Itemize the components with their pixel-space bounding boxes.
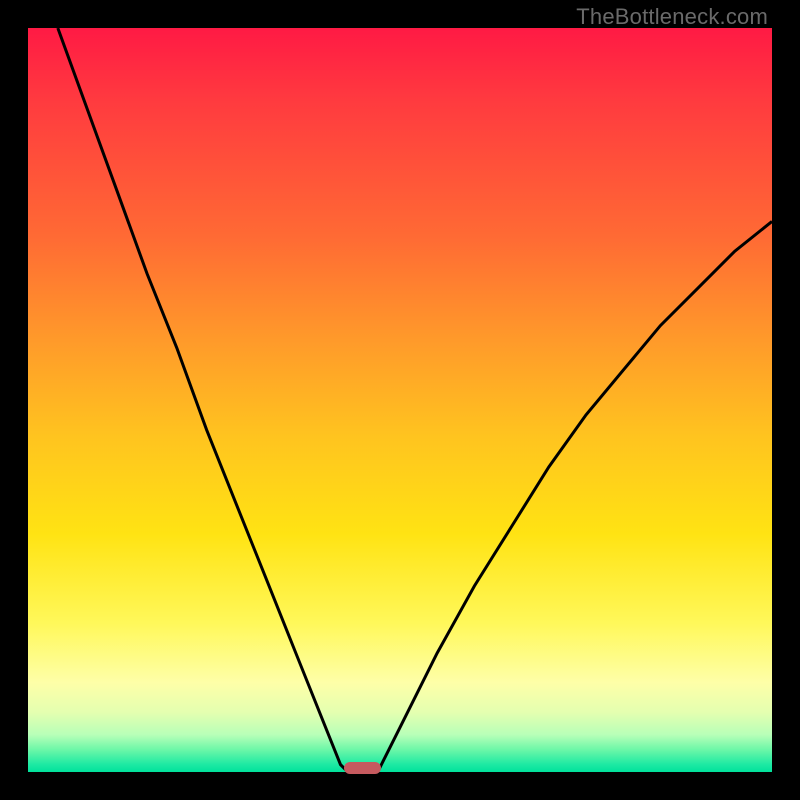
chart-frame: TheBottleneck.com	[0, 0, 800, 800]
curve-right	[378, 221, 772, 772]
bottleneck-marker	[344, 762, 381, 774]
watermark-text: TheBottleneck.com	[576, 4, 768, 30]
chart-curves	[28, 28, 772, 772]
curve-left	[58, 28, 348, 772]
